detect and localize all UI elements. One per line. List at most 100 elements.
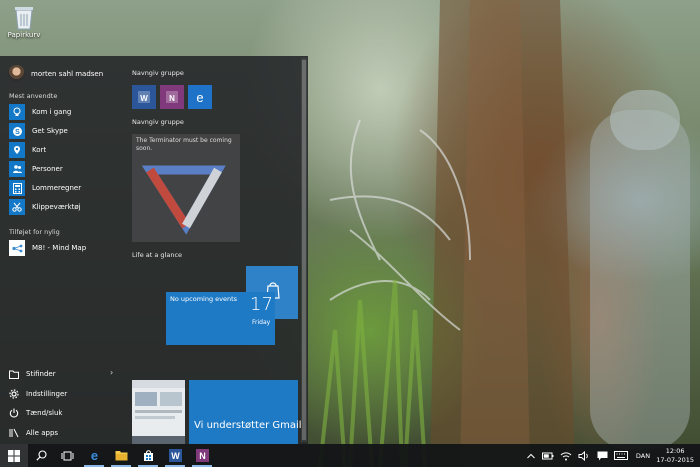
taskbar-explorer[interactable] [108,444,134,467]
app-klippevaerktoj[interactable]: Klippeværktøj [9,199,81,215]
app-label: M8! - Mind Map [32,244,87,252]
group-label[interactable]: Navngiv gruppe [132,118,184,126]
svg-text:W: W [140,94,148,103]
wifi-icon [560,451,572,460]
task-view-button[interactable] [54,444,80,467]
taskbar-word[interactable]: W [162,444,188,467]
start-left-column: morten sahl madsen Mest anvendte Kom i g… [0,56,122,444]
word-tile[interactable]: W [132,85,156,109]
app-m8-mind-map[interactable]: M8! - Mind Map [9,240,86,256]
speaker-icon [578,450,588,461]
svg-text:S: S [15,129,20,136]
keyboard-button[interactable] [613,444,629,467]
scissors-icon [9,199,25,215]
recently-added-label: Tilføjet for nylig [9,228,60,236]
news-footer [132,436,185,444]
clock-time: 12:06 [665,447,685,455]
message-icon [597,451,607,460]
movie-logo-icon [141,165,226,235]
action-center-button[interactable] [595,444,609,467]
skype-icon: S [9,123,25,139]
news-tile[interactable] [132,380,185,444]
task-view-icon [61,451,73,460]
tiles-area: Navngiv gruppe W N e Navngiv gruppe The … [130,56,302,444]
movie-tile[interactable]: The Terminator must be coming soon. [132,134,240,242]
explorer-label: Stifinder [26,370,56,378]
volume-button[interactable] [577,444,591,467]
user-account[interactable]: morten sahl madsen [8,65,103,82]
edge-icon: e [90,449,97,462]
app-kom-i-gang[interactable]: Kom i gang [9,104,71,120]
calendar-date: 17 [250,294,273,315]
app-label: Get Skype [32,127,68,135]
all-apps-icon [9,428,19,438]
svg-text:e: e [196,90,203,105]
folder-icon [115,451,127,461]
mindmap-icon [9,240,25,256]
wifi-button[interactable] [559,444,573,467]
clock-date: 17-07-2015 [656,455,694,464]
app-label: Kort [32,146,47,154]
language-label: DAN [635,451,651,460]
all-apps-item[interactable]: Alle apps [9,426,58,440]
app-label: Klippeværktøj [32,203,81,211]
battery-icon [542,452,554,459]
taskbar-store[interactable] [135,444,161,467]
edge-tile[interactable]: e [188,85,212,109]
clock[interactable]: 12:06 17-07-2015 [656,447,694,464]
mail-text: Vi understøtter Gmail [194,420,302,431]
app-label: Kom i gang [32,108,72,116]
settings-item[interactable]: Indstillinger [9,387,67,401]
svg-text:N: N [169,94,175,103]
news-image [160,392,182,406]
taskbar-onenote[interactable]: N [189,444,215,467]
user-name: morten sahl madsen [31,69,104,78]
word-icon: W [138,91,150,103]
group-label[interactable]: Life at a glance [132,251,182,259]
store-icon [143,450,153,461]
gear-icon [9,389,19,399]
avatar [8,65,25,82]
maps-icon [9,142,25,158]
calendar-day: Friday [252,319,271,326]
search-button[interactable] [28,444,54,467]
onenote-icon: N [166,91,178,103]
edge-icon: e [196,90,203,105]
chevron-up-icon [527,453,535,458]
mail-tile[interactable]: Vi understøtter Gmail [189,380,302,444]
news-image [135,392,157,406]
keyboard-icon [614,451,628,460]
app-personer[interactable]: Personer [9,161,63,177]
svg-text:e: e [90,449,97,462]
news-line [135,416,175,419]
most-used-label: Mest anvendte [9,92,58,100]
all-apps-label: Alle apps [26,429,59,437]
taskbar-edge[interactable]: e [81,444,107,467]
app-kort[interactable]: Kort [9,142,46,158]
app-lommeregner[interactable]: Lommeregner [9,180,81,196]
show-hidden-icons[interactable] [524,444,538,467]
explorer-item[interactable]: Stifinder [9,367,56,381]
power-item[interactable]: Tænd/sluk [9,406,62,420]
power-label: Tænd/sluk [26,409,63,417]
language-button[interactable]: DAN [632,444,654,467]
battery-button[interactable] [541,444,555,467]
scrollbar-thumb[interactable] [302,60,306,440]
start-button[interactable] [0,444,28,467]
people-icon [9,161,25,177]
folder-icon [9,370,19,379]
onenote-tile[interactable]: N [160,85,184,109]
calendar-tile[interactable]: No upcoming events 17 Friday [166,292,275,345]
recycle-bin[interactable]: Papirkurv [4,4,44,39]
recycle-bin-icon [15,7,33,30]
news-line [135,410,182,413]
chevron-right-icon[interactable]: › [110,368,113,377]
start-menu: morten sahl madsen Mest anvendte Kom i g… [0,56,308,444]
app-get-skype[interactable]: S Get Skype [9,123,68,139]
onenote-icon: N [195,449,209,462]
lightbulb-icon [9,104,25,120]
group-label[interactable]: Navngiv gruppe [132,69,184,77]
calendar-event: No upcoming events [170,295,238,303]
svg-text:W: W [171,451,180,461]
windows-logo-icon [8,449,20,462]
